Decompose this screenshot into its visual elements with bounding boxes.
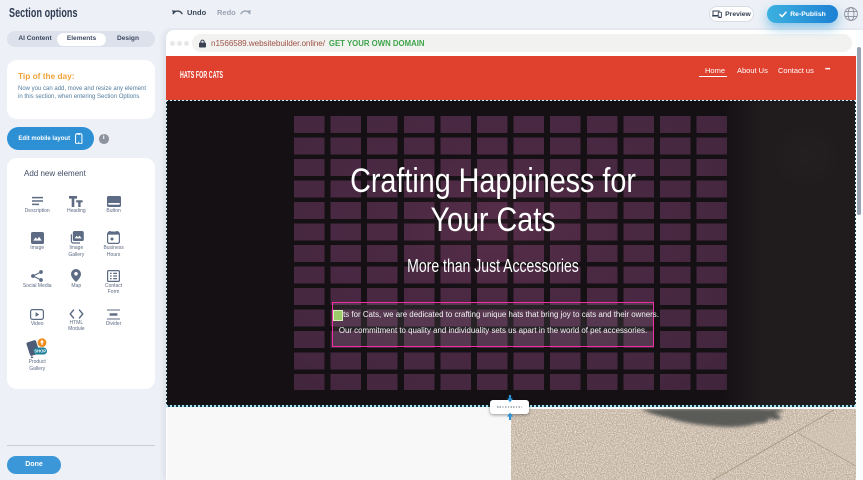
svg-text:SHOP: SHOP <box>34 349 46 354</box>
